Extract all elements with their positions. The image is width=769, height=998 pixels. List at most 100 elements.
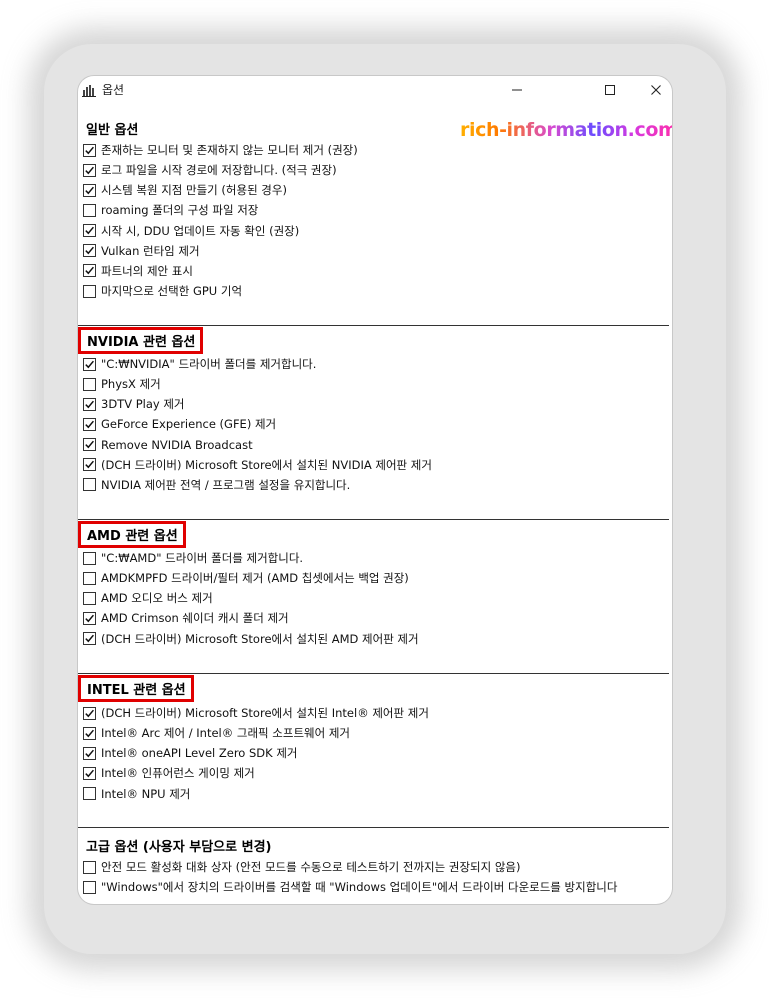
option-row[interactable]: "Windows"에서 장치의 드라이버를 검색할 때 "Windows 업데이… [83,879,617,895]
option-row[interactable]: PhysX 제거 [83,376,161,392]
option-label: 3DTV Play 제거 [101,397,185,412]
option-row[interactable]: Intel® Arc 제어 / Intel® 그래픽 소프트웨어 제거 [83,725,350,741]
option-row[interactable]: NVIDIA 제어판 전역 / 프로그램 설정을 유지합니다. [83,477,350,493]
option-label: Intel® oneAPI Level Zero SDK 제거 [101,746,298,761]
option-label: AMDKMPFD 드라이버/필터 제거 (AMD 칩셋에서는 백업 권장) [101,571,409,586]
checkbox-checked[interactable] [83,766,96,780]
option-row[interactable]: GeForce Experience (GFE) 제거 [83,416,276,432]
checkmark-icon [85,360,94,368]
option-label: 시작 시, DDU 업데이트 자동 확인 (권장) [101,223,300,238]
checkbox-unchecked[interactable] [83,571,96,585]
checkmark-icon [85,186,94,195]
section-title: INTEL 관련 옵션 [78,675,194,702]
checkmark-icon [85,709,94,717]
option-row[interactable]: (DCH 드라이버) Microsoft Store에서 설치된 NVIDIA … [83,457,432,473]
option-label: PhysX 제거 [101,377,161,392]
checkmark-icon [85,440,94,449]
checkbox-unchecked[interactable] [83,860,96,874]
option-label: roaming 폴더의 구성 파일 저장 [101,203,259,218]
option-row[interactable]: AMDKMPFD 드라이버/필터 제거 (AMD 칩셋에서는 백업 권장) [83,570,409,586]
section-divider [78,673,669,674]
checkbox-unchecked[interactable] [83,880,96,894]
option-label: (DCH 드라이버) Microsoft Store에서 설치된 Intel® … [101,706,429,720]
checkbox-unchecked[interactable] [83,551,96,565]
checkmark-icon [85,769,94,778]
option-row[interactable]: (DCH 드라이버) Microsoft Store에서 설치된 AMD 제어판… [83,631,419,647]
checkmark-icon [85,400,94,409]
option-label: 로그 파일을 시작 경로에 저장합니다. (적극 권장) [101,163,337,178]
checkbox-checked[interactable] [83,143,96,157]
option-row[interactable]: 안전 모드 활성화 대화 상자 (안전 모드를 수동으로 테스트하기 전까지는 … [83,859,520,875]
checkbox-checked[interactable] [83,706,96,720]
checkbox-checked[interactable] [83,726,96,740]
checkbox-checked[interactable] [83,397,96,411]
section-title: 고급 옵션 (사용자 부담으로 변경) [86,840,272,855]
section-divider [78,325,669,326]
section-title: AMD 관련 옵션 [78,521,186,548]
option-row[interactable]: 시작 시, DDU 업데이트 자동 확인 (권장) [83,223,299,239]
option-row[interactable]: 존재하는 모니터 및 존재하지 않는 모니터 제거 (권장) [83,142,358,158]
option-row[interactable]: 3DTV Play 제거 [83,396,185,412]
option-row[interactable]: (DCH 드라이버) Microsoft Store에서 설치된 Intel® … [83,705,429,721]
option-label: NVIDIA 제어판 전역 / 프로그램 설정을 유지합니다. [101,477,351,492]
option-label: Remove NVIDIA Broadcast [101,437,253,452]
checkbox-checked[interactable] [83,163,96,177]
option-label: Intel® NPU 제거 [101,786,191,801]
option-label: AMD Crimson 쉐이더 캐시 폴더 제거 [101,611,289,626]
option-row[interactable]: Vulkan 런타임 제거 [83,243,200,259]
checkmark-icon [85,634,94,643]
option-label: 파트너의 제안 표시 [101,263,193,278]
checkbox-unchecked[interactable] [83,478,96,492]
option-row[interactable]: Intel® 인퓨어런스 게이밍 제거 [83,765,255,781]
checkmark-icon [85,146,94,154]
option-row[interactable]: 시스템 복원 지점 만들기 (허용된 경우) [83,182,287,198]
checkmark-icon [85,729,94,737]
option-row[interactable]: Intel® NPU 제거 [83,786,190,802]
option-row[interactable]: 로그 파일을 시작 경로에 저장합니다. (적극 권장) [83,162,337,178]
option-row[interactable]: 파트너의 제안 표시 [83,263,193,279]
options-window: 옵션 rich-information.com 일반 옵션 존재하는 모니터 및 … [78,76,672,904]
option-label: (DCH 드라이버) Microsoft Store에서 설치된 NVIDIA … [101,457,432,472]
checkmark-icon [85,166,94,174]
option-label: "C:₩AMD" 드라이버 폴더를 제거합니다. [101,551,304,565]
option-label: "Windows"에서 장치의 드라이버를 검색할 때 "Windows 업데이… [101,880,618,895]
checkbox-unchecked[interactable] [83,787,96,801]
checkbox-checked[interactable] [83,438,96,452]
checkbox-checked[interactable] [83,458,96,472]
option-row[interactable]: "C:₩AMD" 드라이버 폴더를 제거합니다. [83,550,303,566]
checkbox-checked[interactable] [83,357,96,371]
checkmark-icon [85,749,94,758]
checkbox-unchecked[interactable] [83,284,96,298]
option-row[interactable]: Remove NVIDIA Broadcast [83,437,253,453]
option-row[interactable]: 마지막으로 선택한 GPU 기억 [83,283,242,299]
checkbox-unchecked[interactable] [83,203,96,217]
checkbox-checked[interactable] [83,224,96,238]
option-label: Intel® 인퓨어런스 게이밍 제거 [101,766,255,781]
checkmark-icon [85,267,94,275]
option-row[interactable]: "C:₩NVIDIA" 드라이버 폴더를 제거합니다. [83,356,316,372]
option-label: Intel® Arc 제어 / Intel® 그래픽 소프트웨어 제거 [101,726,351,741]
checkbox-checked[interactable] [83,632,96,646]
checkmark-icon [85,226,94,235]
option-label: 존재하는 모니터 및 존재하지 않는 모니터 제거 (권장) [101,143,358,157]
checkmark-icon [85,420,94,429]
option-row[interactable]: roaming 폴더의 구성 파일 저장 [83,202,258,218]
checkbox-checked[interactable] [83,264,96,278]
section-title: NVIDIA 관련 옵션 [78,327,204,354]
options-content: 일반 옵션존재하는 모니터 및 존재하지 않는 모니터 제거 (권장) 로그 파일… [78,76,672,904]
option-label: (DCH 드라이버) Microsoft Store에서 설치된 AMD 제어판… [101,631,419,646]
checkbox-checked[interactable] [83,417,96,431]
checkbox-checked[interactable] [83,244,96,258]
section-title: 일반 옵션 [86,123,139,138]
option-label: GeForce Experience (GFE) 제거 [101,417,277,432]
checkbox-checked[interactable] [83,183,96,197]
option-row[interactable]: AMD Crimson 쉐이더 캐시 폴더 제거 [83,610,289,626]
checkbox-checked[interactable] [83,611,96,625]
checkbox-checked[interactable] [83,746,96,760]
option-label: 마지막으로 선택한 GPU 기억 [101,284,243,299]
option-row[interactable]: AMD 오디오 버스 제거 [83,590,213,606]
checkbox-unchecked[interactable] [83,377,96,391]
option-label: "C:₩NVIDIA" 드라이버 폴더를 제거합니다. [101,357,317,371]
checkbox-unchecked[interactable] [83,591,96,605]
option-row[interactable]: Intel® oneAPI Level Zero SDK 제거 [83,745,298,761]
